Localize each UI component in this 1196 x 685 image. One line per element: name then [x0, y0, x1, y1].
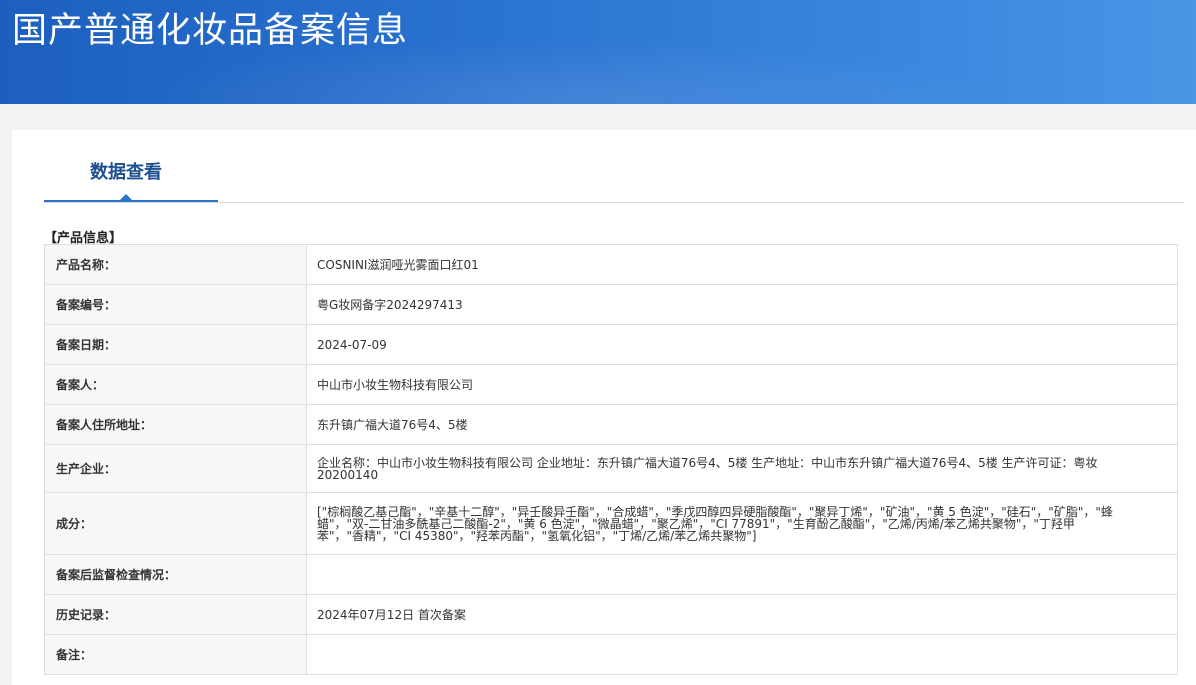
row-label-post-inspection: 备案后监督检查情况：: [44, 554, 307, 595]
product-info-table: 产品名称： COSNINI滋润哑光雾面口红01 备案编号： 粤G妆网备字2024…: [44, 244, 1178, 675]
row-value-post-inspection: [306, 554, 1178, 595]
row-value-remarks: [306, 634, 1178, 675]
table-row: 生产企业： 企业名称：中山市小妆生物科技有限公司 企业地址：东升镇广福大道76号…: [44, 444, 1178, 493]
table-row: 备案人： 中山市小妆生物科技有限公司: [44, 364, 1178, 405]
row-value-product-name: COSNINI滋润哑光雾面口红01: [306, 244, 1178, 285]
table-row: 产品名称： COSNINI滋润哑光雾面口红01: [44, 244, 1178, 285]
page-banner: 国产普通化妆品备案信息: [0, 0, 1196, 104]
row-label-ingredients: 成分：: [44, 492, 307, 555]
table-row: 备案日期： 2024-07-09: [44, 324, 1178, 365]
row-label-registration-number: 备案编号：: [44, 284, 307, 325]
row-value-registration-number: 粤G妆网备字2024297413: [306, 284, 1178, 325]
row-value-registration-date: 2024-07-09: [306, 324, 1178, 365]
row-value-manufacturer: 企业名称：中山市小妆生物科技有限公司 企业地址：东升镇广福大道76号4、5楼 生…: [306, 444, 1178, 493]
table-row: 备案编号： 粤G妆网备字2024297413: [44, 284, 1178, 325]
row-label-registrant-address: 备案人住所地址：: [44, 404, 307, 445]
row-label-registrant: 备案人：: [44, 364, 307, 405]
table-row: 备注：: [44, 634, 1178, 675]
table-row: 成分： ["棕榈酸乙基己酯"，"辛基十二醇"，"异壬酸异壬酯"，"合成蜡"，"季…: [44, 492, 1178, 555]
content-card: 数据查看 【产品信息】 产品名称： COSNINI滋润哑光雾面口红01 备案编号…: [12, 130, 1196, 685]
caret-up-icon: [120, 194, 132, 200]
row-value-registrant-address: 东升镇广福大道76号4、5楼: [306, 404, 1178, 445]
tab-label: 数据查看: [90, 162, 162, 183]
row-label-remarks: 备注：: [44, 634, 307, 675]
page-title: 国产普通化妆品备案信息: [12, 11, 409, 51]
table-row: 备案人住所地址： 东升镇广福大道76号4、5楼: [44, 404, 1178, 445]
row-value-history: 2024年07月12日 首次备案: [306, 594, 1178, 635]
row-label-registration-date: 备案日期：: [44, 324, 307, 365]
tab-bar: 数据查看: [44, 130, 1184, 203]
table-row: 历史记录： 2024年07月12日 首次备案: [44, 594, 1178, 635]
row-label-product-name: 产品名称：: [44, 244, 307, 285]
row-label-history: 历史记录：: [44, 594, 307, 635]
tab-data-view[interactable]: 数据查看: [44, 130, 218, 202]
row-label-manufacturer: 生产企业：: [44, 444, 307, 493]
row-value-ingredients: ["棕榈酸乙基己酯"，"辛基十二醇"，"异壬酸异壬酯"，"合成蜡"，"季戊四醇四…: [306, 492, 1178, 555]
table-row: 备案后监督检查情况：: [44, 554, 1178, 595]
row-value-registrant: 中山市小妆生物科技有限公司: [306, 364, 1178, 405]
